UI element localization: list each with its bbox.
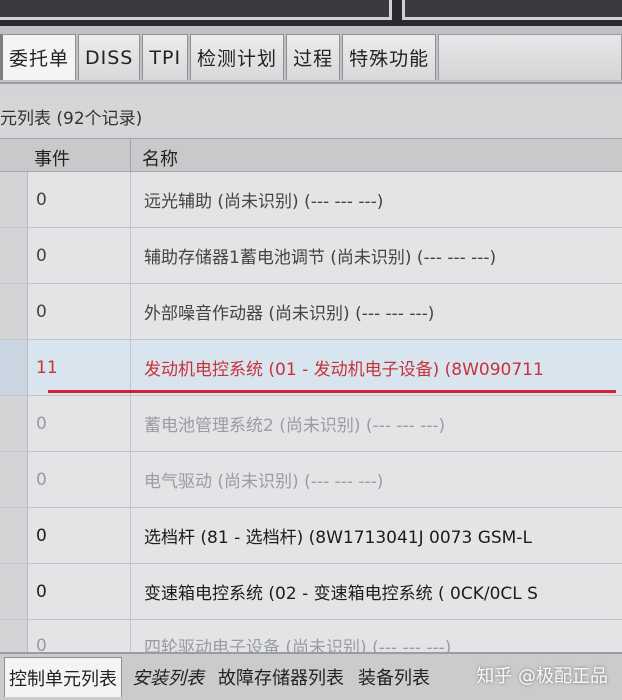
row-events: 0	[36, 413, 47, 434]
row-gutter	[0, 228, 28, 283]
list-title: 元列表 (92个记录)	[0, 98, 622, 134]
row-name: 蓄电池管理系统2 (尚未识别) (--- --- ---)	[144, 416, 446, 436]
row-column-separator	[130, 396, 131, 451]
tab-special-functions[interactable]: 特殊功能	[342, 34, 437, 80]
tab-test-plan[interactable]: 检测计划	[190, 34, 285, 80]
top-panel-left	[0, 0, 392, 20]
list-row-selected[interactable]: 11 发动机电控系统 (01 - 发动机电子设备) (8W090711	[0, 340, 622, 396]
row-gutter	[0, 340, 28, 395]
row-events: 0	[36, 581, 47, 602]
watermark: 知乎 @极配正品	[476, 666, 608, 687]
row-events: 0	[36, 469, 47, 490]
row-events: 11	[36, 357, 58, 378]
list-column-header: 事件 名称	[0, 138, 622, 173]
list-row[interactable]: 0 外部噪音作动器 (尚未识别) (--- --- ---)	[0, 284, 622, 340]
column-separator[interactable]	[130, 139, 131, 173]
row-name: 变速箱电控系统 (02 - 变速箱电控系统 ( 0CK/0CL S	[144, 584, 538, 604]
row-gutter	[0, 396, 28, 451]
row-gutter	[0, 508, 28, 563]
tab-process[interactable]: 过程	[286, 34, 341, 80]
row-column-separator	[130, 172, 131, 227]
tab-equipment-list[interactable]: 装备列表	[354, 657, 434, 697]
tab-fault-memory-list[interactable]: 故障存储器列表	[214, 657, 348, 697]
top-dark-strip	[0, 0, 622, 26]
row-events: 0	[36, 525, 47, 546]
row-name: 选档杆 (81 - 选档杆) (8W1713041J 0073 GSM-L	[144, 528, 532, 548]
row-column-separator	[130, 340, 131, 395]
row-name: 发动机电控系统 (01 - 发动机电子设备) (8W090711	[144, 360, 544, 380]
row-name: 辅助存储器1蓄电池调节 (尚未识别) (--- --- ---)	[144, 248, 497, 268]
main-tab-bar: 委托单 DISS TPI 检测计划 过程 特殊功能	[0, 26, 622, 84]
row-gutter	[0, 284, 28, 339]
tab-diss[interactable]: DISS	[78, 34, 141, 80]
row-gutter	[0, 172, 28, 227]
row-column-separator	[130, 508, 131, 563]
tab-tpi[interactable]: TPI	[142, 34, 189, 80]
row-name: 远光辅助 (尚未识别) (--- --- ---)	[144, 192, 384, 212]
list-row[interactable]: 0 变速箱电控系统 (02 - 变速箱电控系统 ( 0CK/0CL S	[0, 564, 622, 620]
row-column-separator	[130, 564, 131, 619]
row-column-separator	[130, 452, 131, 507]
tab-control-unit-list[interactable]: 控制单元列表	[4, 657, 122, 697]
top-panel-right	[402, 0, 622, 20]
list-row[interactable]: 0 蓄电池管理系统2 (尚未识别) (--- --- ---)	[0, 396, 622, 452]
list-row[interactable]: 0 电气驱动 (尚未识别) (--- --- ---)	[0, 452, 622, 508]
red-underline-annotation	[48, 390, 616, 393]
list-row[interactable]: 0 辅助存储器1蓄电池调节 (尚未识别) (--- --- ---)	[0, 228, 622, 284]
row-column-separator	[130, 284, 131, 339]
row-events: 0	[36, 301, 47, 322]
column-header-name[interactable]: 名称	[142, 145, 178, 171]
list-row[interactable]: 0 远光辅助 (尚未识别) (--- --- ---)	[0, 172, 622, 228]
row-gutter	[0, 564, 28, 619]
row-events: 0	[36, 189, 47, 210]
row-column-separator	[130, 228, 131, 283]
row-name: 外部噪音作动器 (尚未识别) (--- --- ---)	[144, 304, 435, 324]
tab-bar-filler	[438, 34, 622, 80]
row-events: 0	[36, 245, 47, 266]
column-header-events[interactable]: 事件	[34, 145, 70, 171]
row-gutter	[0, 452, 28, 507]
tab-order[interactable]: 委托单	[0, 34, 77, 80]
tab-installation-list[interactable]: 安装列表	[128, 657, 208, 697]
row-name: 电气驱动 (尚未识别) (--- --- ---)	[144, 472, 384, 492]
control-unit-list: 0 远光辅助 (尚未识别) (--- --- ---) 0 辅助存储器1蓄电池调…	[0, 172, 622, 672]
list-row[interactable]: 0 选档杆 (81 - 选档杆) (8W1713041J 0073 GSM-L	[0, 508, 622, 564]
